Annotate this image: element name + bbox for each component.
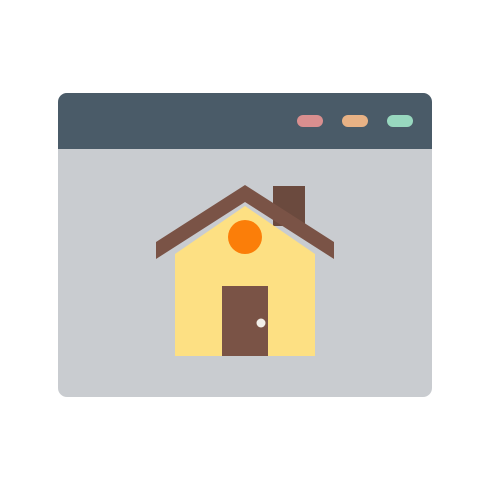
minimize-dot-icon[interactable] — [342, 115, 368, 127]
house-round-window — [228, 220, 262, 254]
door-knob — [256, 318, 266, 328]
house-icon — [156, 185, 334, 356]
canvas — [0, 0, 490, 490]
window-content — [58, 149, 432, 397]
maximize-dot-icon[interactable] — [387, 115, 413, 127]
browser-window — [58, 93, 432, 397]
window-titlebar — [58, 93, 432, 149]
close-dot-icon[interactable] — [297, 115, 323, 127]
